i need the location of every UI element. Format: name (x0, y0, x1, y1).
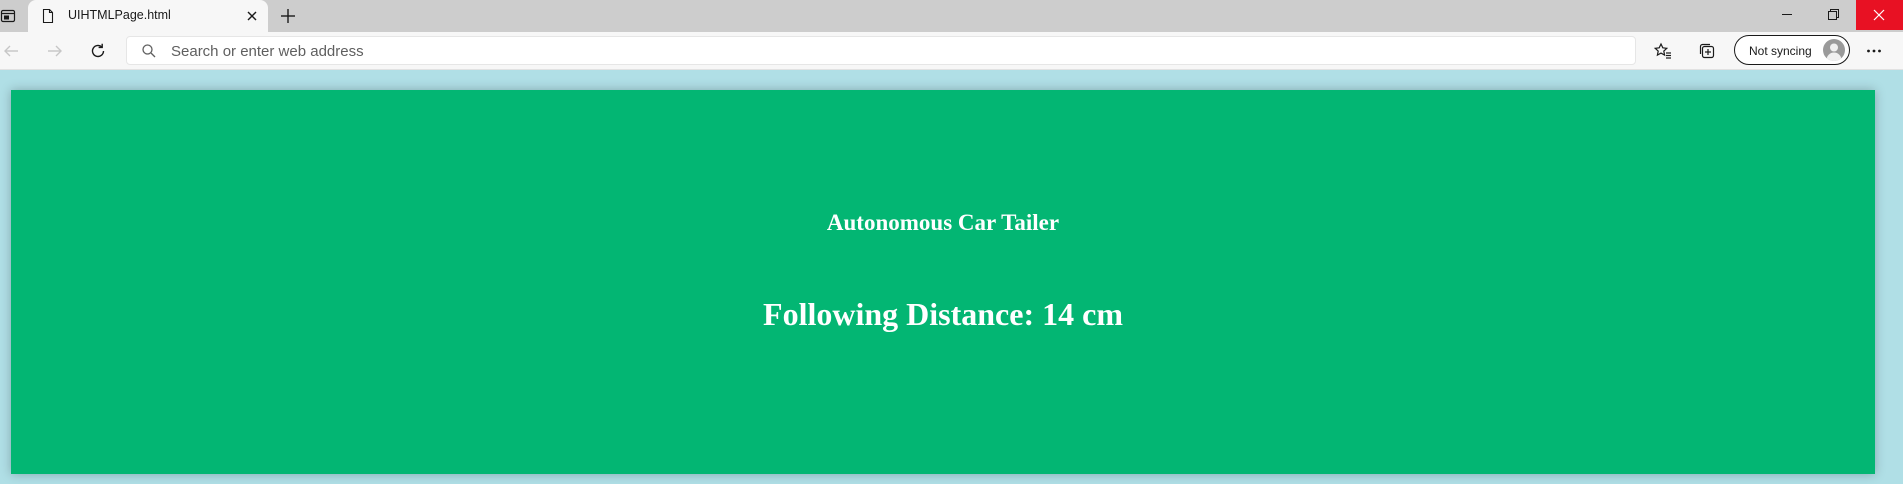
avatar (1823, 39, 1845, 61)
new-tab-icon[interactable] (278, 6, 298, 26)
close-tab-icon[interactable] (244, 8, 260, 24)
sync-status-label: Not syncing (1749, 44, 1812, 58)
forward-arrow-icon[interactable] (44, 41, 64, 61)
tab-actions-menu-icon[interactable] (0, 8, 16, 24)
collections-icon[interactable] (1697, 41, 1717, 61)
page-viewport: Autonomous Car Tailer Following Distance… (0, 70, 1903, 484)
dashboard-card: Autonomous Car Tailer Following Distance… (11, 90, 1875, 474)
close-icon (1873, 9, 1885, 21)
browser-toolbar: Not syncing (0, 32, 1903, 70)
browser-tab[interactable]: UIHTMLPage.html (28, 0, 268, 32)
minimize-icon (1782, 14, 1792, 15)
address-bar[interactable] (126, 36, 1636, 65)
more-options-icon[interactable] (1864, 41, 1884, 61)
following-distance-readout: Following Distance: 14 cm (763, 296, 1123, 332)
user-avatar-icon (1826, 43, 1842, 61)
restore-icon (1828, 9, 1839, 20)
back-arrow-icon[interactable] (2, 41, 22, 61)
reload-icon[interactable] (88, 41, 108, 61)
favorites-icon[interactable] (1653, 41, 1673, 61)
address-input[interactable] (171, 42, 1571, 60)
tab-title: UIHTMLPage.html (68, 8, 171, 22)
page-title: Autonomous Car Tailer (826, 210, 1060, 235)
search-icon (142, 44, 156, 58)
close-window-button[interactable] (1856, 0, 1903, 30)
restore-button[interactable] (1810, 0, 1856, 30)
profile-sync-button[interactable]: Not syncing (1734, 35, 1850, 65)
minimize-button[interactable] (1764, 0, 1810, 30)
page-icon (42, 8, 54, 24)
browser-title-bar: UIHTMLPage.html (0, 0, 1903, 32)
